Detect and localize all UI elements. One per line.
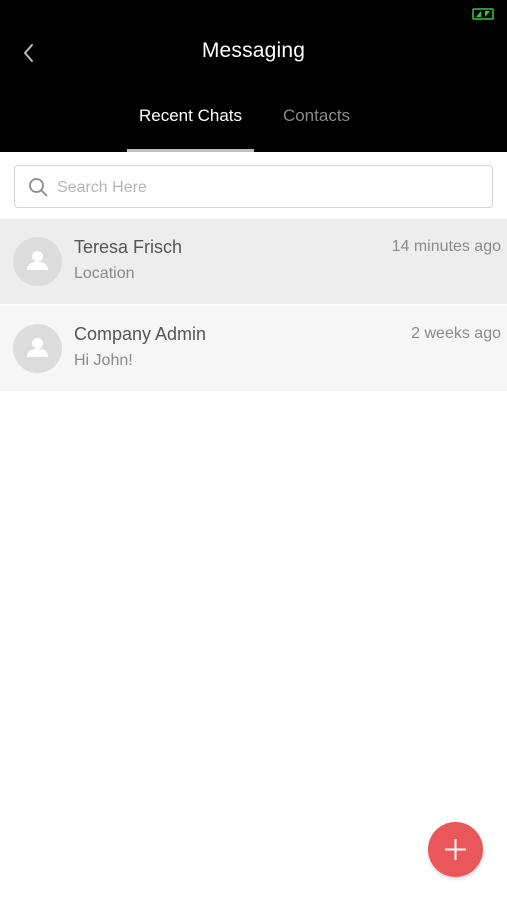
search-icon [29,178,48,197]
messaging-screen: Messaging Recent Chats Contacts Teresa F… [0,0,507,900]
chat-timestamp: 2 weeks ago [411,325,501,342]
chat-name: Company Admin [74,324,207,344]
search-box[interactable] [14,165,493,208]
user-placeholder-icon [27,251,48,270]
chat-timestamp: 14 minutes ago [391,238,501,255]
search-input[interactable] [55,167,479,208]
tab-contacts[interactable]: Contacts [254,96,379,152]
avatar [13,237,62,286]
chat-preview: Location [74,265,135,282]
chat-name: Teresa Frisch [74,237,183,257]
chat-preview: Hi John! [74,352,133,369]
plus-icon [445,839,466,860]
avatar [13,324,62,373]
user-placeholder-icon [27,338,48,357]
page-title: Messaging [201,39,306,62]
new-chat-button[interactable] [428,822,483,877]
battery-charging-icon [472,8,494,20]
chat-row-teresa-frisch[interactable]: Teresa Frisch Location 14 minutes ago [0,219,507,304]
active-tab-indicator [127,149,254,152]
tab-recent-chats[interactable]: Recent Chats [127,96,254,152]
app-header: Messaging Recent Chats Contacts [0,0,507,152]
chat-row-company-admin[interactable]: Company Admin Hi John! 2 weeks ago [0,306,507,391]
